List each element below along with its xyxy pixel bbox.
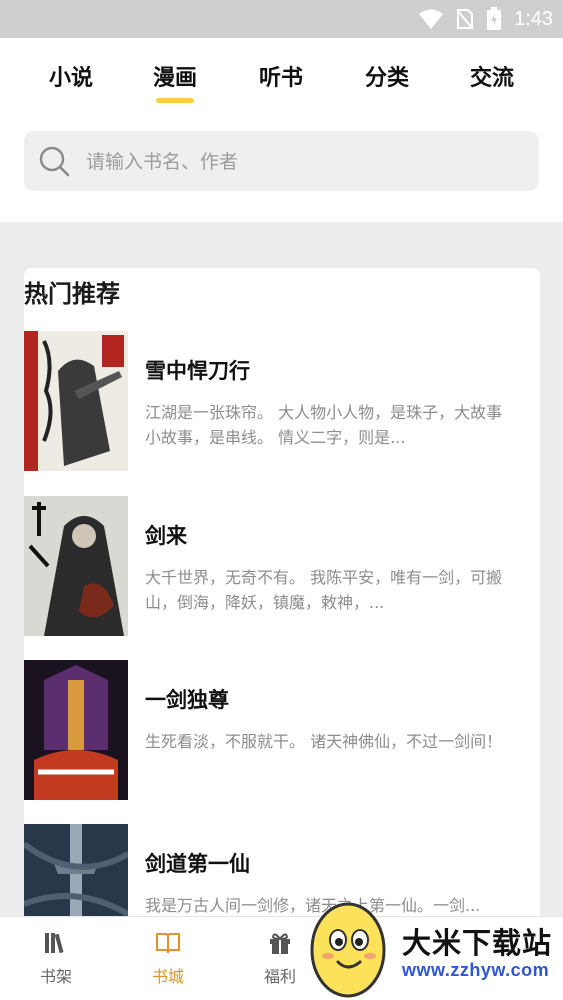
search-input[interactable]: 请输入书名、作者 [24, 131, 539, 191]
active-tab-indicator [156, 98, 194, 103]
nav-label: 书城 [151, 967, 184, 986]
nav-bookshelf[interactable]: 书架 [16, 929, 96, 987]
nav-label: 书架 [39, 967, 72, 986]
book-title: 剑道第一仙 [145, 852, 250, 876]
category-tabs: 小说 漫画 听书 分类 交流 [0, 60, 563, 110]
book-cover [24, 331, 128, 471]
book-cover [24, 660, 128, 800]
tab-label: 小说 [48, 66, 93, 91]
tab-label: 交流 [469, 66, 514, 91]
book-title: 雪中悍刀行 [145, 359, 250, 383]
search-placeholder: 请输入书名、作者 [86, 151, 239, 173]
status-icons: 1:43 [418, 6, 553, 32]
tab-label: 听书 [258, 66, 303, 91]
tab-comic[interactable]: 漫画 [135, 60, 215, 110]
book-item[interactable]: 雪中悍刀行 江湖是一张珠帘。 大人物小人物，是珠子，大故事小故事，是串线。 情义… [24, 331, 540, 471]
book-description: 江湖是一张珠帘。 大人物小人物，是珠子，大故事小故事，是串线。 情义二字，则是.… [145, 403, 503, 447]
book-item[interactable]: 剑来 大千世界，无奇不有。 我陈平安，唯有一剑，可搬山，倒海，降妖，镇魔，敕神，… [24, 496, 540, 636]
top-area: 小说 漫画 听书 分类 交流 请输入书名、作者 [0, 38, 563, 222]
status-time: 1:43 [514, 7, 553, 30]
watermark-text: 大米下载站 [402, 926, 553, 960]
no-sim-icon [456, 9, 474, 30]
wifi-icon [419, 9, 444, 29]
book-description: 大千世界，无奇不有。 我陈平安，唯有一剑，可搬山，倒海，降妖，镇魔，敕神，... [145, 568, 503, 612]
gift-icon [270, 933, 290, 954]
tab-community[interactable]: 交流 [452, 60, 532, 110]
tab-audiobook[interactable]: 听书 [241, 60, 321, 110]
section-title: 热门推荐 [24, 280, 120, 308]
book-item[interactable]: 一剑独尊 生死看淡，不服就干。 诸天神佛仙，不过一剑间！ [24, 660, 540, 800]
book-title: 一剑独尊 [145, 688, 229, 712]
book-title: 剑来 [145, 524, 187, 548]
battery-charging-icon [487, 7, 502, 30]
watermark-url: www.zzhyw.com [402, 960, 550, 980]
book-description: 生死看淡，不服就干。 诸天神佛仙，不过一剑间！ [145, 732, 503, 751]
nav-bookstore[interactable]: 书城 [128, 929, 208, 987]
search-icon [39, 146, 70, 177]
tab-category[interactable]: 分类 [347, 60, 427, 110]
tab-label: 分类 [364, 66, 409, 91]
book-cover [24, 496, 128, 636]
tab-label: 漫画 [152, 66, 197, 91]
status-bar: 1:43 [0, 0, 563, 38]
bookshelf-icon [45, 933, 64, 954]
site-watermark: 大米下载站 www.zzhyw.com [304, 890, 563, 1000]
egg-mascot-logo [310, 902, 386, 998]
tab-novel[interactable]: 小说 [31, 60, 111, 110]
hot-recommend-card: 热门推荐 雪中悍刀行 江湖是一张珠帘。 大人物小人物，是珠子，大故事小故事，是串… [24, 268, 540, 968]
open-book-icon [156, 933, 180, 954]
